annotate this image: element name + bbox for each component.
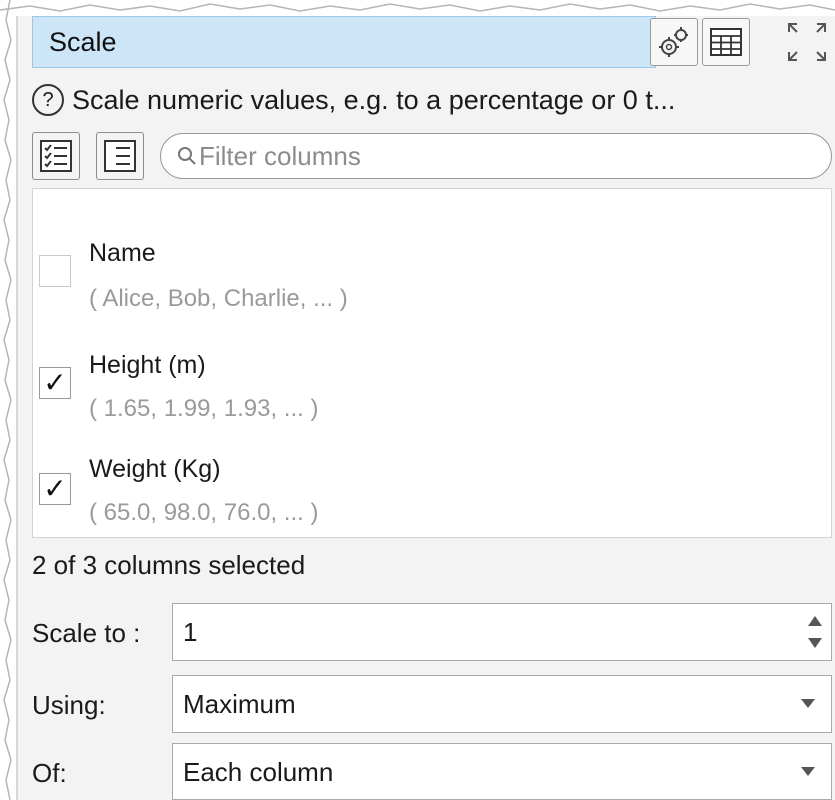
scale-to-label: Scale to :	[32, 618, 141, 648]
scale-to-spinbox[interactable]: 1	[172, 603, 832, 661]
torn-edge-top	[0, 3, 835, 12]
table-view-button[interactable]	[702, 18, 750, 66]
of-label: Of:	[32, 758, 67, 788]
transform-title-text: Scale	[49, 27, 117, 57]
scale-to-value: 1	[183, 617, 198, 647]
deselect-all-button[interactable]	[96, 132, 144, 180]
maximize-button[interactable]	[782, 18, 832, 66]
column-sample: ( 65.0, 98.0, 76.0, ... )	[89, 499, 319, 526]
list-item[interactable]: ✓ Weight (Kg) ( 65.0, 98.0, 76.0, ... )	[33, 189, 823, 526]
selection-count: 2 of 3 columns selected	[32, 550, 306, 580]
help-icon[interactable]: ?	[32, 83, 64, 116]
description-text: Scale numeric values, e.g. to a percenta…	[72, 85, 676, 115]
spin-arrows-icon[interactable]	[807, 614, 823, 650]
checklist-icon	[40, 140, 72, 172]
maximize-icon	[788, 23, 826, 61]
column-name: Height (m)	[89, 351, 206, 379]
of-value: Each column	[183, 757, 334, 787]
of-dropdown[interactable]: Each column	[172, 743, 832, 800]
transform-title[interactable]: Scale	[32, 16, 656, 68]
filter-placeholder: Filter columns	[199, 141, 361, 171]
table-icon	[710, 28, 742, 56]
search-icon	[178, 147, 196, 165]
filter-columns-input[interactable]: Filter columns	[160, 133, 832, 179]
transform-description: ? Scale numeric values, e.g. to a percent…	[32, 80, 832, 120]
chevron-down-icon	[801, 699, 815, 708]
column-checkbox[interactable]: ✓	[39, 473, 71, 505]
using-value: Maximum	[183, 689, 296, 719]
gears-icon	[659, 27, 688, 57]
list-icon	[104, 140, 136, 172]
column-name: Weight (Kg)	[89, 455, 221, 483]
chevron-down-icon	[801, 767, 815, 776]
column-checkbox[interactable]: ✓	[39, 367, 71, 399]
column-list: Name ( Alice, Bob, Charlie, ... ) ✓ Heig…	[32, 188, 832, 538]
torn-edge-left	[3, 0, 12, 800]
column-sample: ( 1.65, 1.99, 1.93, ... )	[89, 395, 319, 422]
using-dropdown[interactable]: Maximum	[172, 675, 832, 733]
select-all-button[interactable]	[32, 132, 80, 180]
settings-button[interactable]	[650, 18, 698, 66]
using-label: Using:	[32, 690, 106, 720]
